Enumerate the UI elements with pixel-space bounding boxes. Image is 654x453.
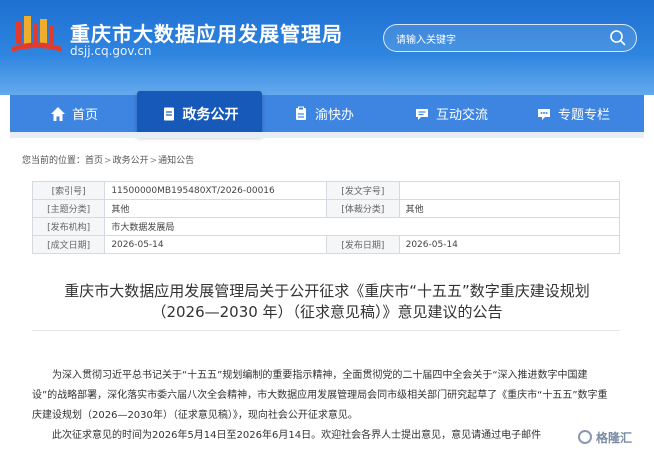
- nav-item-home[interactable]: 首页: [50, 95, 98, 132]
- issuer-value: 市大数据发展局: [104, 217, 620, 236]
- topic-icon: [538, 108, 550, 120]
- site-title[interactable]: 重庆市大数据应用发展管理局: [70, 18, 343, 47]
- watermark-text: 格隆汇: [596, 430, 633, 445]
- clipboard-icon: [296, 106, 306, 120]
- doc-no-label: [发文字号]: [326, 181, 400, 200]
- nav-label-home: 首页: [72, 108, 99, 123]
- document-icon: [163, 107, 174, 120]
- nav-label-gov-affairs: 政务公开: [182, 106, 239, 123]
- notice-title: 重庆市大数据应用发展管理局关于公开征求《重庆市“十五五”数字重庆建设规划 （20…: [20, 281, 634, 323]
- table-row: [索引号] 11500000MB195480XT/2026-00016 [发文字…: [31, 181, 621, 200]
- body-paragraph-1: 为深入贯彻习近平总书记关于“十五五”规划编制的重要指示精神，全面贯彻党的二十届四…: [32, 370, 608, 421]
- nav-label-interaction: 互动交流: [436, 108, 489, 123]
- nav-label-yukuaiban: 渝快办: [315, 108, 355, 123]
- document-info-table: [索引号] 11500000MB195480XT/2026-00016 [发文字…: [31, 181, 621, 254]
- genre-value: 其他: [398, 199, 621, 218]
- watermark-logo-icon: [578, 430, 592, 444]
- genre-label: [体裁分类]: [326, 199, 400, 218]
- nav-item-topics[interactable]: 专题专栏: [536, 95, 610, 132]
- nav-shadow-bar: [10, 132, 644, 138]
- doc-no-value: [398, 181, 621, 200]
- breadcrumb-prefix: 您当前的位置：: [22, 156, 86, 166]
- notice-body: 为深入贯彻习近平总书记关于“十五五”规划编制的重要指示精神，全面贯彻党的二十届四…: [32, 366, 612, 446]
- published-date-label: [发布日期]: [326, 235, 400, 254]
- nav-label-topics: 专题专栏: [558, 108, 611, 123]
- notice-title-line-2: （2026—2030 年）（征求意见稿）》意见建议的公告: [151, 303, 503, 321]
- breadcrumb-link-gov-affairs[interactable]: 政务公开: [113, 156, 149, 166]
- search-input[interactable]: 请输入关键字: [383, 24, 637, 52]
- published-date-value: 2026-05-14: [398, 235, 621, 254]
- breadcrumb-separator: >: [104, 156, 112, 166]
- site-header: 重庆市大数据应用发展管理局 dsjj.cq.gov.cn 请输入关键字: [0, 0, 654, 95]
- breadcrumb-separator: >: [149, 156, 158, 166]
- search-icon[interactable]: [609, 29, 627, 47]
- nav-item-interaction[interactable]: 互动交流: [414, 95, 488, 132]
- notice-title-line-1: 重庆市大数据应用发展管理局关于公开征求《重庆市“十五五”数字重庆建设规划: [64, 282, 590, 300]
- watermark: 格隆汇: [578, 427, 650, 447]
- index-no-value: 11500000MB195480XT/2026-00016: [104, 181, 328, 200]
- created-date-value: 2026-05-14: [104, 235, 328, 254]
- subject-value: 其他: [104, 199, 328, 218]
- header-skyline: [0, 55, 654, 95]
- nav-item-gov-affairs[interactable]: 政务公开: [137, 91, 262, 136]
- table-row: [发布机构] 市大数据发展局: [31, 217, 620, 236]
- body-paragraph-2: 此次征求意见的时间为2026年5月14日至2026年6月14日。欢迎社会各界人士…: [52, 430, 542, 441]
- index-no-label: [索引号]: [31, 181, 106, 200]
- breadcrumb-link-home[interactable]: 首页: [85, 156, 103, 166]
- subject-label: [主题分类]: [31, 199, 106, 218]
- search-placeholder: 请输入关键字: [396, 35, 456, 46]
- chat-icon: [416, 108, 428, 120]
- site-logo-icon[interactable]: [12, 14, 62, 54]
- table-row: [成文日期] 2026-05-14 [发布日期] 2026-05-14: [31, 235, 621, 254]
- created-date-label: [成文日期]: [31, 235, 106, 254]
- home-icon: [51, 106, 65, 121]
- breadcrumb-link-notices[interactable]: 通知公告: [158, 156, 194, 166]
- breadcrumb: 您当前的位置：首页>政务公开>通知公告: [22, 153, 194, 166]
- issuer-label: [发布机构]: [31, 217, 106, 236]
- table-row: [主题分类] 其他 [体裁分类] 其他: [31, 199, 621, 218]
- title-divider: [32, 330, 620, 331]
- nav-item-yukuaiban[interactable]: 渝快办: [293, 95, 354, 132]
- main-nav: 首页 政务公开 渝快办 互动交流 专题专栏: [10, 91, 644, 136]
- site-domain: dsjj.cq.gov.cn: [70, 44, 152, 58]
